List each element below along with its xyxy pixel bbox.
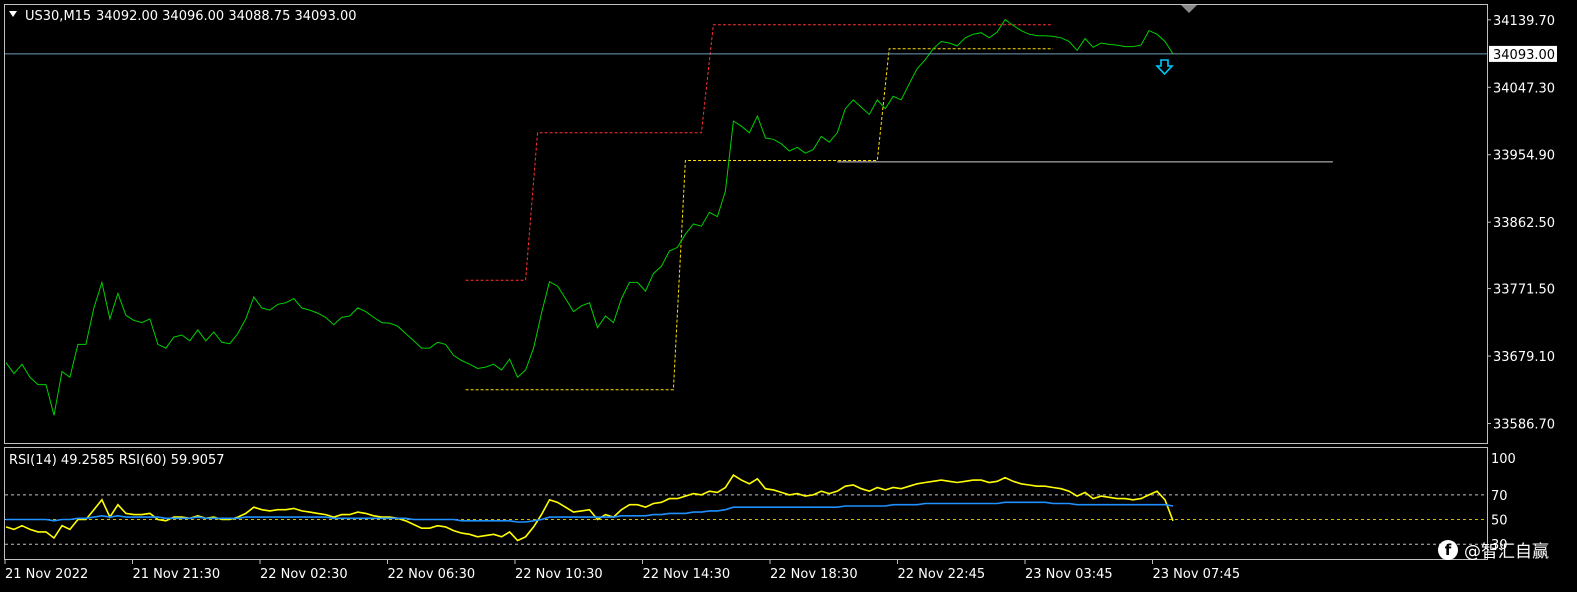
price-axis: 34139.70 34047.30 33954.90 33862.50 33771.50…	[1487, 14, 1555, 433]
chart-canvas: US30,M15 34092.00 34096.00 34088.75 3409…	[4, 4, 1557, 582]
chart-shift-marker[interactable]	[1181, 5, 1197, 13]
time-tick-label: 22 Nov 14:30	[643, 567, 731, 582]
watermark-text: @智汇自赢	[1464, 542, 1549, 562]
down-arrow-icon	[1155, 59, 1174, 76]
yellow-level	[465, 48, 1054, 391]
time-tick-label: 22 Nov 06:30	[388, 567, 476, 582]
collapse-triangle-icon[interactable]	[9, 11, 17, 17]
rsi-tick-label: 70	[1491, 489, 1508, 504]
time-tick-label: 22 Nov 02:30	[260, 567, 348, 582]
facebook-icon: f	[1438, 539, 1458, 560]
rsi-tick-label: 100	[1491, 452, 1516, 467]
price-tick-label: 33771.50	[1493, 283, 1555, 298]
symbol-label: US30,M15	[25, 9, 91, 24]
current-price-label: 34093.00	[1493, 48, 1555, 63]
rsi-tick-label: 50	[1491, 514, 1508, 529]
price-tick-label: 33679.10	[1493, 350, 1555, 365]
price-tick-label: 34139.70	[1493, 14, 1555, 29]
rsi-header-label: RSI(14) 49.2585 RSI(60) 59.9057	[9, 453, 225, 468]
price-panel-border	[4, 4, 1488, 444]
rsi14-line	[5, 474, 1174, 542]
price-tick-label: 33862.50	[1493, 216, 1555, 231]
time-axis: 21 Nov 2022 21 Nov 21:30 22 Nov 02:30 22 No…	[4, 559, 1241, 582]
ohlc-label: 34092.00 34096.00 34088.75 34093.00	[96, 9, 357, 24]
price-line	[5, 18, 1174, 416]
time-tick-label: 23 Nov 07:45	[1153, 567, 1241, 582]
time-tick-label: 22 Nov 18:30	[770, 567, 858, 582]
time-tick-label: 22 Nov 22:45	[898, 567, 986, 582]
time-tick-label: 21 Nov 21:30	[133, 567, 221, 582]
rsi-panel-border	[4, 447, 1488, 560]
price-series	[5, 18, 1174, 416]
watermark: f @智汇自赢	[1438, 537, 1549, 562]
time-tick-label: 21 Nov 2022	[5, 567, 88, 582]
red-level	[465, 24, 1054, 281]
price-tick-label: 33586.70	[1493, 418, 1555, 433]
time-tick-label: 22 Nov 10:30	[515, 567, 603, 582]
price-levels	[465, 24, 1333, 391]
time-tick-label: 23 Nov 03:45	[1025, 567, 1113, 582]
rsi-series	[5, 474, 1174, 542]
price-tick-label: 34047.30	[1493, 81, 1555, 96]
price-tick-label: 33954.90	[1493, 149, 1555, 164]
